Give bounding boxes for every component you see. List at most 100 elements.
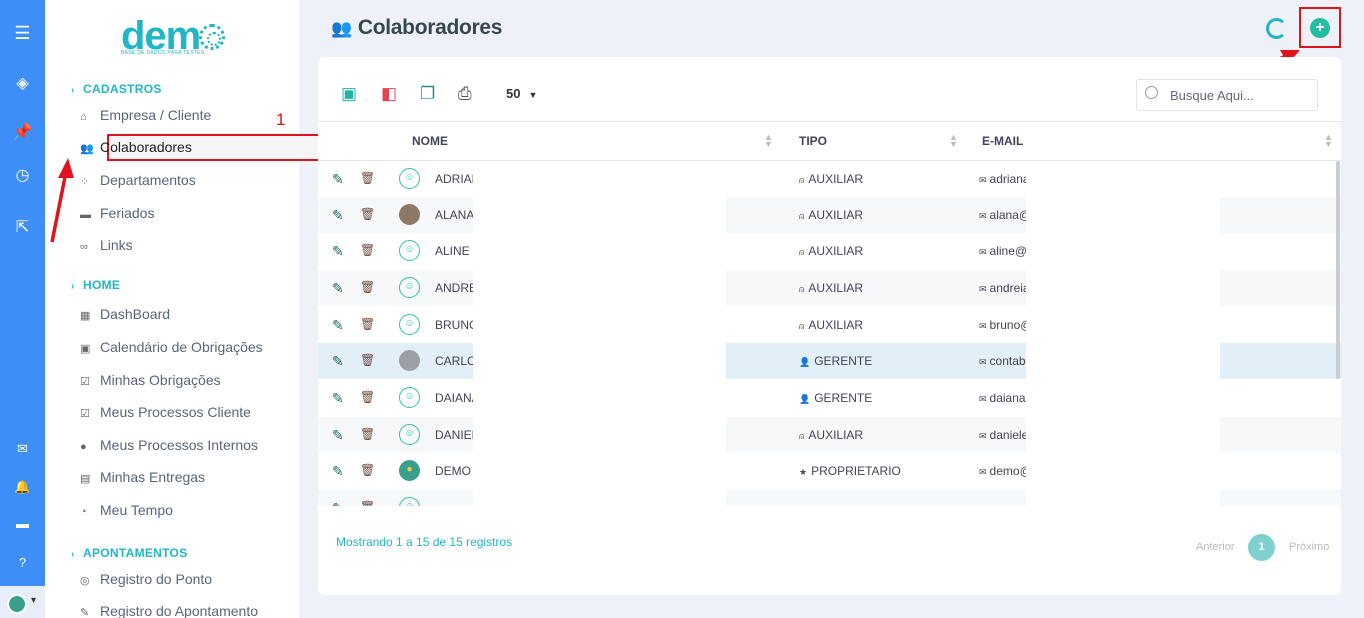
sort-icon[interactable]: ▲ ▼ — [1324, 133, 1333, 149]
column-header-tipo[interactable]: TIPO — [799, 134, 827, 148]
column-header-email[interactable]: E-MAIL — [982, 134, 1023, 148]
edit-icon[interactable]: ✎ — [332, 171, 344, 188]
user-outline-icon: ⍝ — [799, 175, 805, 185]
edit-icon[interactable]: ✎ — [332, 500, 344, 506]
sidebar-item-entregas[interactable]: ▤ Minhas Entregas — [80, 466, 205, 488]
add-button[interactable]: + — [1310, 18, 1330, 38]
pagination-page-1[interactable]: 1 — [1248, 534, 1275, 561]
sort-icon[interactable]: ▲ ▼ — [949, 133, 958, 149]
table-body: ✎🗑 ☺ ADRIAN ⍝AUXILIAR ✉adriana ✎🗑 ALANA … — [318, 161, 1341, 506]
user-menu[interactable]: ▾ — [0, 586, 45, 618]
icon-rail: ☰ ◈ 📌 ◷ ⇱ ✉ 🔔 ▬ ? ▾ — [0, 0, 45, 618]
email-text: demo@ — [989, 464, 1026, 478]
copy-icon[interactable]: ❐ — [420, 84, 435, 104]
edit-icon[interactable]: ✎ — [332, 207, 344, 224]
clock-icon[interactable]: ◷ — [0, 165, 45, 185]
bell-icon[interactable]: 🔔 — [0, 479, 45, 495]
email-text: alana@ — [989, 208, 1026, 222]
pin-icon[interactable]: 📌 — [0, 122, 45, 142]
trash-icon[interactable]: 🗑 — [360, 243, 375, 257]
sidebar-item-dashboard[interactable]: ▦ DashBoard — [80, 303, 170, 325]
sidebar-item-obrigacoes[interactable]: ☑ Minhas Obrigações — [80, 369, 221, 391]
layers-icon[interactable]: ◈ — [0, 73, 45, 93]
redaction-mask — [473, 161, 726, 506]
edit-icon[interactable]: ✎ — [332, 353, 344, 370]
chevron-right-icon: › — [71, 549, 75, 560]
trash-icon[interactable]: 🗑 — [360, 280, 375, 294]
column-header-nome[interactable]: NOME — [412, 134, 448, 148]
trash-icon[interactable]: 🗑 — [360, 390, 375, 404]
chat-icon[interactable]: ▬ — [0, 516, 45, 531]
scrollbar[interactable] — [1336, 161, 1340, 379]
edit-icon[interactable]: ✎ — [332, 427, 344, 444]
sidebar-item-departamentos[interactable]: ⁘ Departamentos — [80, 169, 196, 191]
sidebar-item-label: Empresa / Cliente — [100, 107, 212, 123]
section-apontamentos[interactable]: › APONTAMENTOS — [71, 546, 188, 560]
avatar: ☺ — [399, 424, 420, 445]
avatar: ● — [399, 460, 420, 481]
menu-icon[interactable]: ☰ — [0, 23, 45, 44]
edit-icon[interactable]: ✎ — [332, 280, 344, 297]
lightbulb-icon: ● — [80, 441, 87, 453]
sidebar-item-processos-cliente[interactable]: ☑ Meus Processos Cliente — [80, 401, 251, 423]
external-link-icon[interactable]: ⇱ — [0, 217, 45, 237]
email-cell: ✉bruno@ — [979, 318, 1026, 332]
star-icon: ★ — [799, 467, 808, 477]
user-outline-icon: ⍝ — [799, 211, 805, 221]
sidebar-item-feriados[interactable]: ▬ Feriados — [80, 202, 154, 224]
edit-icon[interactable]: ✎ — [332, 463, 344, 480]
mail-icon[interactable]: ✉ — [0, 441, 45, 457]
sidebar-item-calendario[interactable]: ▣ Calendário de Obrigações — [80, 336, 263, 358]
table-card: ▣ ◧ ❐ ⎙ 50 ▼ Busque Aqui... NOME ▲ ▼ TIPO … — [318, 57, 1341, 595]
sidebar-item-meu-tempo[interactable]: ◔ Meu Tempo — [80, 499, 173, 521]
print-icon[interactable]: ⎙ — [458, 84, 472, 104]
tipo-cell: ⍝ AUXILIAR — [799, 208, 863, 222]
sidebar-item-registro-ponto[interactable]: ◎ Registro do Ponto — [80, 568, 212, 590]
sidebar-item-links[interactable]: ∞ Links — [80, 234, 133, 256]
table-header: NOME ▲ ▼ TIPO ▲ ▼ E-MAIL ▲ ▼ — [318, 121, 1341, 161]
archive-icon: ▤ — [80, 473, 91, 485]
section-home[interactable]: › HOME — [71, 278, 120, 292]
home-icon: ⌂ — [80, 111, 87, 123]
edit-icon[interactable]: ✎ — [332, 243, 344, 260]
trash-icon[interactable]: 🗑 — [360, 427, 375, 441]
tipo-cell: ⍝ AUXILIAR — [799, 172, 863, 186]
sidebar-item-empresa[interactable]: ⌂ Empresa / Cliente — [80, 104, 211, 126]
name-cell: ALINE B — [435, 244, 473, 258]
mail-icon: ✉ — [979, 211, 987, 221]
trash-icon[interactable]: 🗑 — [360, 207, 375, 221]
email-cell: ✉demo@ — [979, 464, 1026, 478]
per-page-value: 50 — [506, 86, 521, 101]
sidebar-item-registro-apontamento[interactable]: ✎ Registro do Apontamento — [80, 600, 258, 618]
sort-icon[interactable]: ▲ ▼ — [764, 133, 773, 149]
edit-icon[interactable]: ✎ — [332, 317, 344, 334]
search-placeholder: Busque Aqui... — [1170, 88, 1254, 103]
name-cell: ALANA — [435, 208, 473, 222]
email-text: bruno@ — [989, 318, 1026, 332]
pagination-next[interactable]: Próximo — [1289, 541, 1329, 553]
tipo-text: AUXILIAR — [808, 244, 864, 258]
trash-icon[interactable]: 🗑 — [360, 171, 375, 185]
trash-icon[interactable]: 🗑 — [360, 500, 375, 506]
section-cadastros[interactable]: › CADASTROS — [71, 82, 162, 96]
sidebar-item-label: Meus Processos Internos — [100, 437, 258, 453]
per-page-select[interactable]: 50 ▼ — [506, 86, 537, 101]
sidebar-item-colaboradores[interactable]: 👥 Colaboradores — [80, 136, 192, 158]
pdf-export-icon[interactable]: ◧ — [381, 84, 397, 104]
user-outline-icon: ⍝ — [799, 284, 805, 294]
avatar: ☺ — [399, 314, 420, 335]
search-input[interactable]: Busque Aqui... — [1136, 79, 1318, 111]
trash-icon[interactable]: 🗑 — [360, 317, 375, 331]
help-icon[interactable]: ? — [0, 555, 45, 570]
refresh-button[interactable] — [1266, 18, 1287, 39]
tipo-cell: ⍝ AUXILIAR — [799, 281, 863, 295]
sidebar-item-processos-internos[interactable]: ● Meus Processos Internos — [80, 434, 258, 456]
excel-export-icon[interactable]: ▣ — [341, 84, 357, 104]
name-cell: ANDREI — [435, 281, 473, 295]
trash-icon[interactable]: 🗑 — [360, 463, 375, 477]
mail-icon: ✉ — [979, 321, 987, 331]
link-icon: ∞ — [80, 241, 88, 253]
pagination-prev[interactable]: Anterior — [1196, 541, 1235, 553]
trash-icon[interactable]: 🗑 — [360, 353, 375, 367]
edit-icon[interactable]: ✎ — [332, 390, 344, 407]
